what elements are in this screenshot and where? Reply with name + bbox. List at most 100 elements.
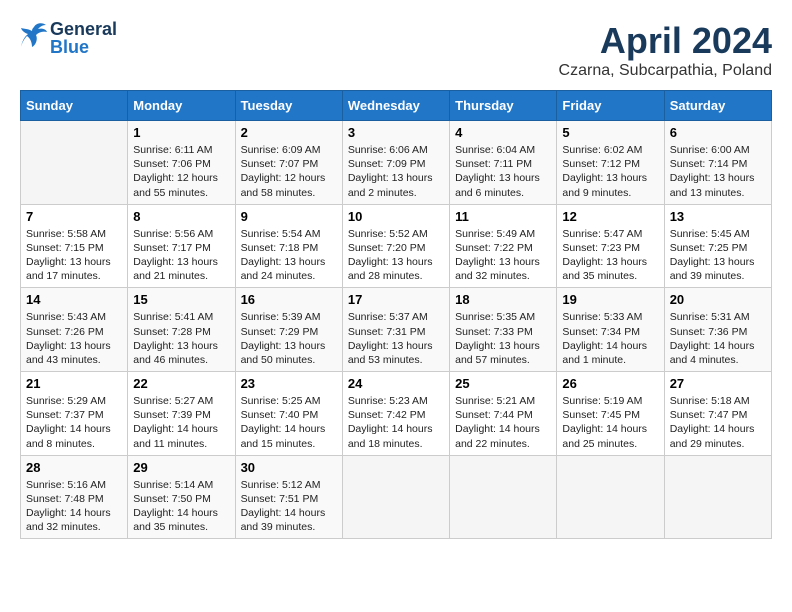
day-info: Sunrise: 5:12 AM Sunset: 7:51 PM Dayligh…	[241, 478, 337, 535]
day-cell: 27 Sunrise: 5:18 AM Sunset: 7:47 PM Dayli…	[664, 372, 771, 456]
day-number: 29	[133, 460, 229, 475]
day-number: 12	[562, 209, 658, 224]
day-info: Sunrise: 5:41 AM Sunset: 7:28 PM Dayligh…	[133, 310, 229, 367]
day-number: 11	[455, 209, 551, 224]
day-cell: 12 Sunrise: 5:47 AM Sunset: 7:23 PM Dayli…	[557, 204, 664, 288]
day-info: Sunrise: 5:56 AM Sunset: 7:17 PM Dayligh…	[133, 227, 229, 284]
day-number: 4	[455, 125, 551, 140]
day-cell: 16 Sunrise: 5:39 AM Sunset: 7:29 PM Dayli…	[235, 288, 342, 372]
day-cell: 9 Sunrise: 5:54 AM Sunset: 7:18 PM Daylig…	[235, 204, 342, 288]
day-info: Sunrise: 5:47 AM Sunset: 7:23 PM Dayligh…	[562, 227, 658, 284]
day-cell: 8 Sunrise: 5:56 AM Sunset: 7:17 PM Daylig…	[128, 204, 235, 288]
calendar-header: SundayMondayTuesdayWednesdayThursdayFrid…	[21, 91, 772, 121]
logo-name: General Blue	[50, 20, 117, 56]
header-cell-thursday: Thursday	[450, 91, 557, 121]
day-number: 26	[562, 376, 658, 391]
week-row-4: 21Sunrise: 5:29 AM Sunset: 7:37 PM Dayli…	[21, 372, 772, 456]
day-info: Sunrise: 5:16 AM Sunset: 7:48 PM Dayligh…	[26, 478, 122, 535]
subtitle: Czarna, Subcarpathia, Poland	[559, 62, 772, 80]
day-cell	[557, 455, 664, 539]
day-cell: 26 Sunrise: 5:19 AM Sunset: 7:45 PM Dayli…	[557, 372, 664, 456]
day-number: 16	[241, 292, 337, 307]
day-cell: 25Sunrise: 5:21 AM Sunset: 7:44 PM Dayli…	[450, 372, 557, 456]
day-info: Sunrise: 6:00 AM Sunset: 7:14 PM Dayligh…	[670, 143, 766, 200]
day-number: 7	[26, 209, 122, 224]
day-number: 1	[133, 125, 229, 140]
week-row-3: 14 Sunrise: 5:43 AM Sunset: 7:26 PM Dayli…	[21, 288, 772, 372]
header-row: SundayMondayTuesdayWednesdayThursdayFrid…	[21, 91, 772, 121]
day-info: Sunrise: 5:35 AM Sunset: 7:33 PM Dayligh…	[455, 310, 551, 367]
day-info: Sunrise: 5:39 AM Sunset: 7:29 PM Dayligh…	[241, 310, 337, 367]
day-number: 10	[348, 209, 444, 224]
day-info: Sunrise: 5:37 AM Sunset: 7:31 PM Dayligh…	[348, 310, 444, 367]
day-info: Sunrise: 5:49 AM Sunset: 7:22 PM Dayligh…	[455, 227, 551, 284]
header-cell-wednesday: Wednesday	[342, 91, 449, 121]
calendar-table: SundayMondayTuesdayWednesdayThursdayFrid…	[20, 90, 772, 539]
header-cell-monday: Monday	[128, 91, 235, 121]
day-info: Sunrise: 6:02 AM Sunset: 7:12 PM Dayligh…	[562, 143, 658, 200]
day-info: Sunrise: 5:33 AM Sunset: 7:34 PM Dayligh…	[562, 310, 658, 367]
page-header: General Blue April 2024 Czarna, Subcarpa…	[20, 20, 772, 80]
day-cell: 11 Sunrise: 5:49 AM Sunset: 7:22 PM Dayli…	[450, 204, 557, 288]
day-cell	[21, 121, 128, 205]
day-info: Sunrise: 5:18 AM Sunset: 7:47 PM Dayligh…	[670, 394, 766, 451]
day-info: Sunrise: 5:52 AM Sunset: 7:20 PM Dayligh…	[348, 227, 444, 284]
day-cell: 29Sunrise: 5:14 AM Sunset: 7:50 PM Dayli…	[128, 455, 235, 539]
day-info: Sunrise: 5:19 AM Sunset: 7:45 PM Dayligh…	[562, 394, 658, 451]
day-cell: 30 Sunrise: 5:12 AM Sunset: 7:51 PM Dayli…	[235, 455, 342, 539]
day-number: 3	[348, 125, 444, 140]
day-info: Sunrise: 5:25 AM Sunset: 7:40 PM Dayligh…	[241, 394, 337, 451]
day-info: Sunrise: 6:11 AM Sunset: 7:06 PM Dayligh…	[133, 143, 229, 200]
day-number: 20	[670, 292, 766, 307]
day-cell: 18Sunrise: 5:35 AM Sunset: 7:33 PM Dayli…	[450, 288, 557, 372]
header-cell-sunday: Sunday	[21, 91, 128, 121]
day-number: 9	[241, 209, 337, 224]
day-info: Sunrise: 5:27 AM Sunset: 7:39 PM Dayligh…	[133, 394, 229, 451]
day-cell	[342, 455, 449, 539]
day-number: 30	[241, 460, 337, 475]
day-info: Sunrise: 5:45 AM Sunset: 7:25 PM Dayligh…	[670, 227, 766, 284]
day-info: Sunrise: 6:04 AM Sunset: 7:11 PM Dayligh…	[455, 143, 551, 200]
calendar-body: 1 Sunrise: 6:11 AM Sunset: 7:06 PM Daylig…	[21, 121, 772, 539]
header-cell-tuesday: Tuesday	[235, 91, 342, 121]
day-number: 17	[348, 292, 444, 307]
day-number: 25	[455, 376, 551, 391]
day-cell: 23 Sunrise: 5:25 AM Sunset: 7:40 PM Dayli…	[235, 372, 342, 456]
day-info: Sunrise: 5:23 AM Sunset: 7:42 PM Dayligh…	[348, 394, 444, 451]
day-cell: 6Sunrise: 6:00 AM Sunset: 7:14 PM Daylig…	[664, 121, 771, 205]
logo-blue-text: Blue	[50, 38, 117, 56]
main-title: April 2024	[559, 20, 772, 62]
day-number: 14	[26, 292, 122, 307]
day-cell: 10 Sunrise: 5:52 AM Sunset: 7:20 PM Dayli…	[342, 204, 449, 288]
day-info: Sunrise: 5:29 AM Sunset: 7:37 PM Dayligh…	[26, 394, 122, 451]
header-cell-friday: Friday	[557, 91, 664, 121]
week-row-1: 1 Sunrise: 6:11 AM Sunset: 7:06 PM Daylig…	[21, 121, 772, 205]
day-cell: 3 Sunrise: 6:06 AM Sunset: 7:09 PM Daylig…	[342, 121, 449, 205]
day-info: Sunrise: 6:06 AM Sunset: 7:09 PM Dayligh…	[348, 143, 444, 200]
day-number: 15	[133, 292, 229, 307]
day-cell: 13 Sunrise: 5:45 AM Sunset: 7:25 PM Dayli…	[664, 204, 771, 288]
day-number: 23	[241, 376, 337, 391]
week-row-2: 7 Sunrise: 5:58 AM Sunset: 7:15 PM Daylig…	[21, 204, 772, 288]
day-cell: 1 Sunrise: 6:11 AM Sunset: 7:06 PM Daylig…	[128, 121, 235, 205]
day-cell	[664, 455, 771, 539]
logo: General Blue	[20, 20, 117, 56]
day-number: 19	[562, 292, 658, 307]
header-cell-saturday: Saturday	[664, 91, 771, 121]
day-number: 5	[562, 125, 658, 140]
title-block: April 2024 Czarna, Subcarpathia, Poland	[559, 20, 772, 80]
day-info: Sunrise: 5:54 AM Sunset: 7:18 PM Dayligh…	[241, 227, 337, 284]
day-number: 13	[670, 209, 766, 224]
week-row-5: 28Sunrise: 5:16 AM Sunset: 7:48 PM Dayli…	[21, 455, 772, 539]
day-number: 22	[133, 376, 229, 391]
day-number: 8	[133, 209, 229, 224]
day-info: Sunrise: 5:58 AM Sunset: 7:15 PM Dayligh…	[26, 227, 122, 284]
day-cell: 21Sunrise: 5:29 AM Sunset: 7:37 PM Dayli…	[21, 372, 128, 456]
day-cell: 20Sunrise: 5:31 AM Sunset: 7:36 PM Dayli…	[664, 288, 771, 372]
day-number: 27	[670, 376, 766, 391]
day-cell: 4 Sunrise: 6:04 AM Sunset: 7:11 PM Daylig…	[450, 121, 557, 205]
day-cell: 24Sunrise: 5:23 AM Sunset: 7:42 PM Dayli…	[342, 372, 449, 456]
day-info: Sunrise: 5:43 AM Sunset: 7:26 PM Dayligh…	[26, 310, 122, 367]
day-cell	[450, 455, 557, 539]
day-number: 2	[241, 125, 337, 140]
